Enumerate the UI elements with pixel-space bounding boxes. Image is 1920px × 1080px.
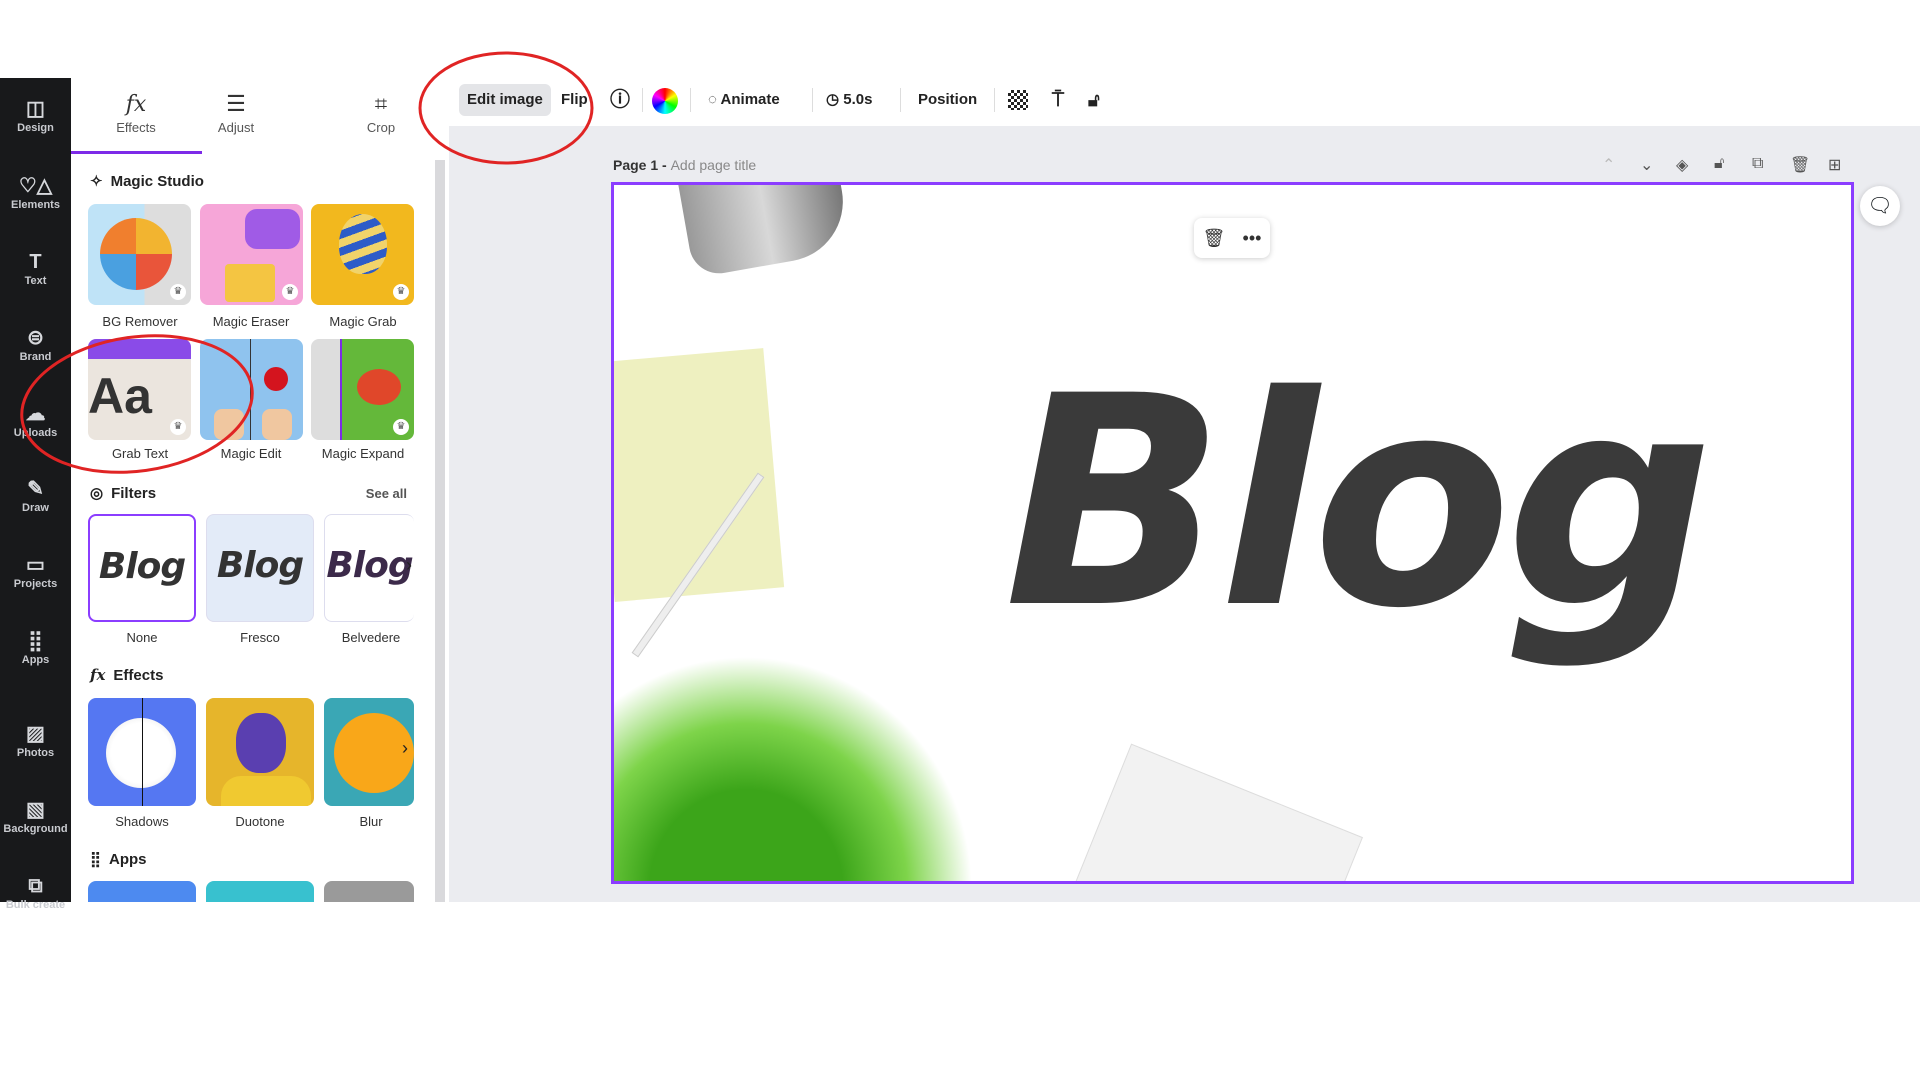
annotation-overlay xyxy=(20,51,594,474)
annotation-circle-grab-text xyxy=(20,334,254,474)
annotation-circle-edit-image xyxy=(418,51,594,165)
